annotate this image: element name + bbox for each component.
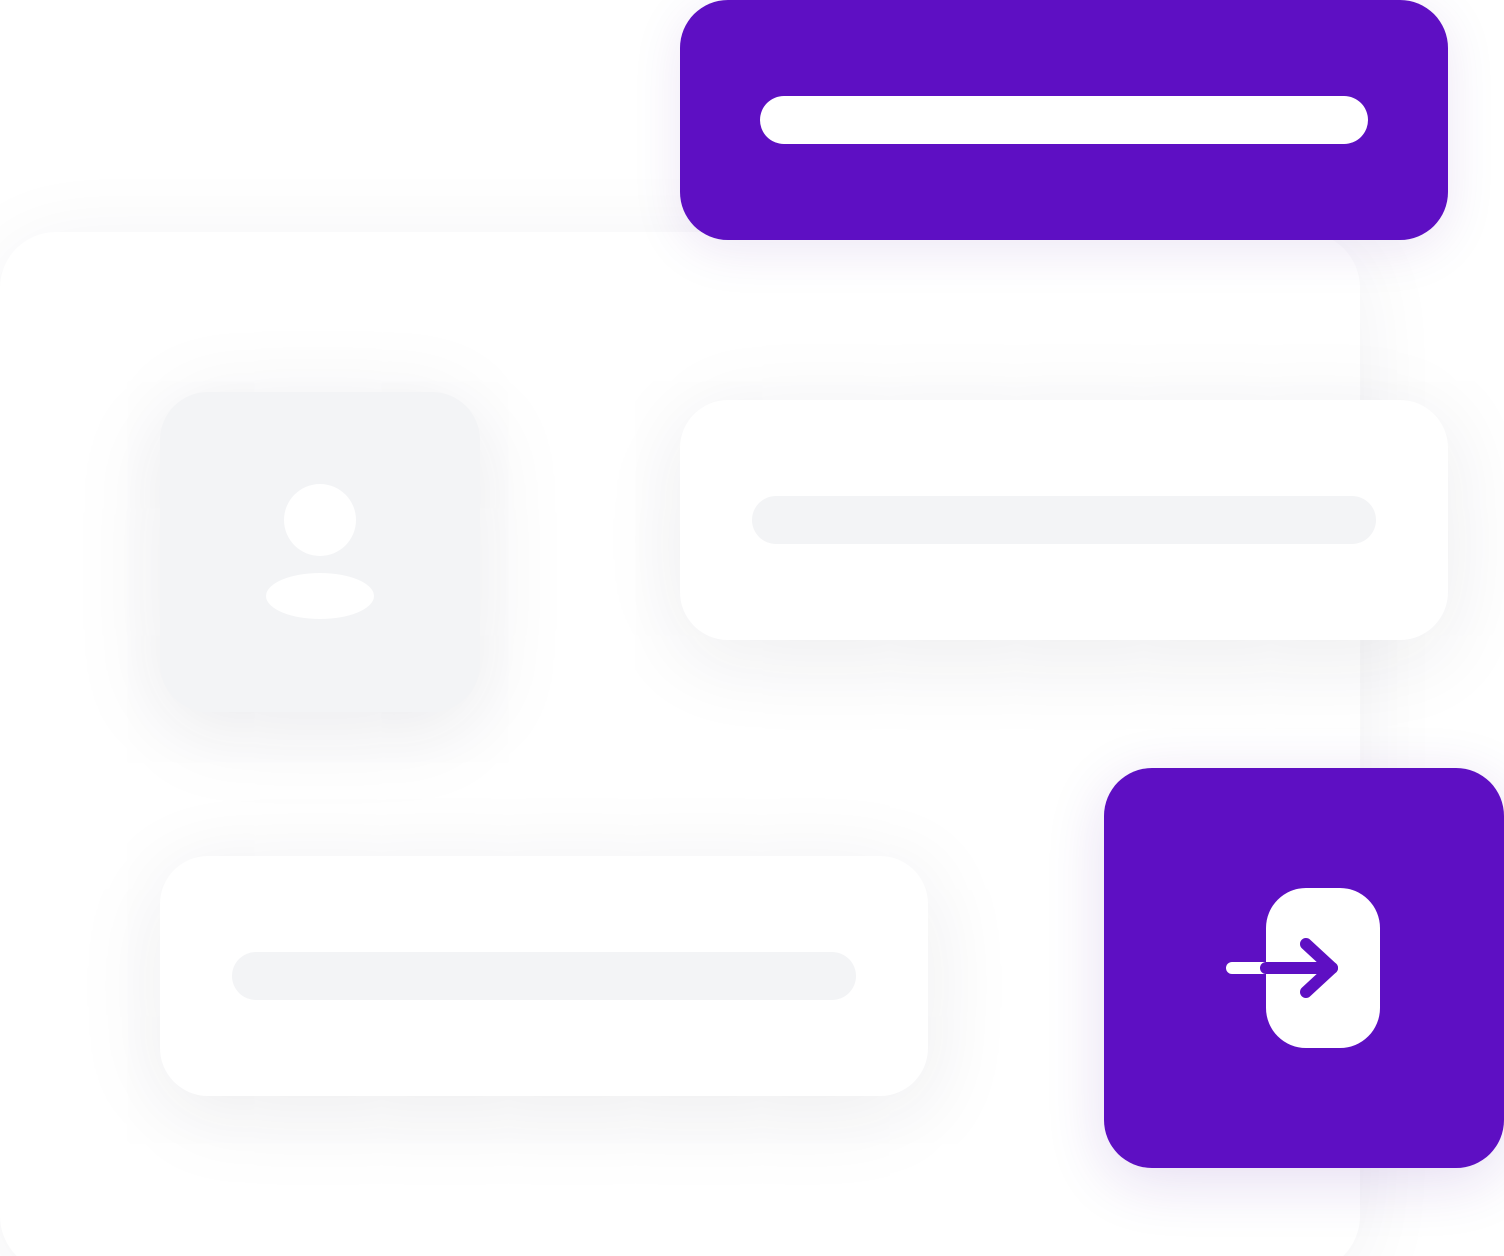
- header-card: [680, 0, 1448, 240]
- sign-in-button[interactable]: [1104, 768, 1504, 1168]
- avatar[interactable]: [160, 392, 480, 712]
- header-title-bar: [760, 96, 1368, 144]
- second-field-input[interactable]: [232, 952, 856, 1000]
- first-field-card: [680, 400, 1448, 640]
- first-field-input[interactable]: [752, 496, 1376, 544]
- second-field-card: [160, 856, 928, 1096]
- login-screen: [0, 0, 1504, 1256]
- user-icon: [266, 484, 374, 619]
- sign-in-icon: [1226, 888, 1380, 1048]
